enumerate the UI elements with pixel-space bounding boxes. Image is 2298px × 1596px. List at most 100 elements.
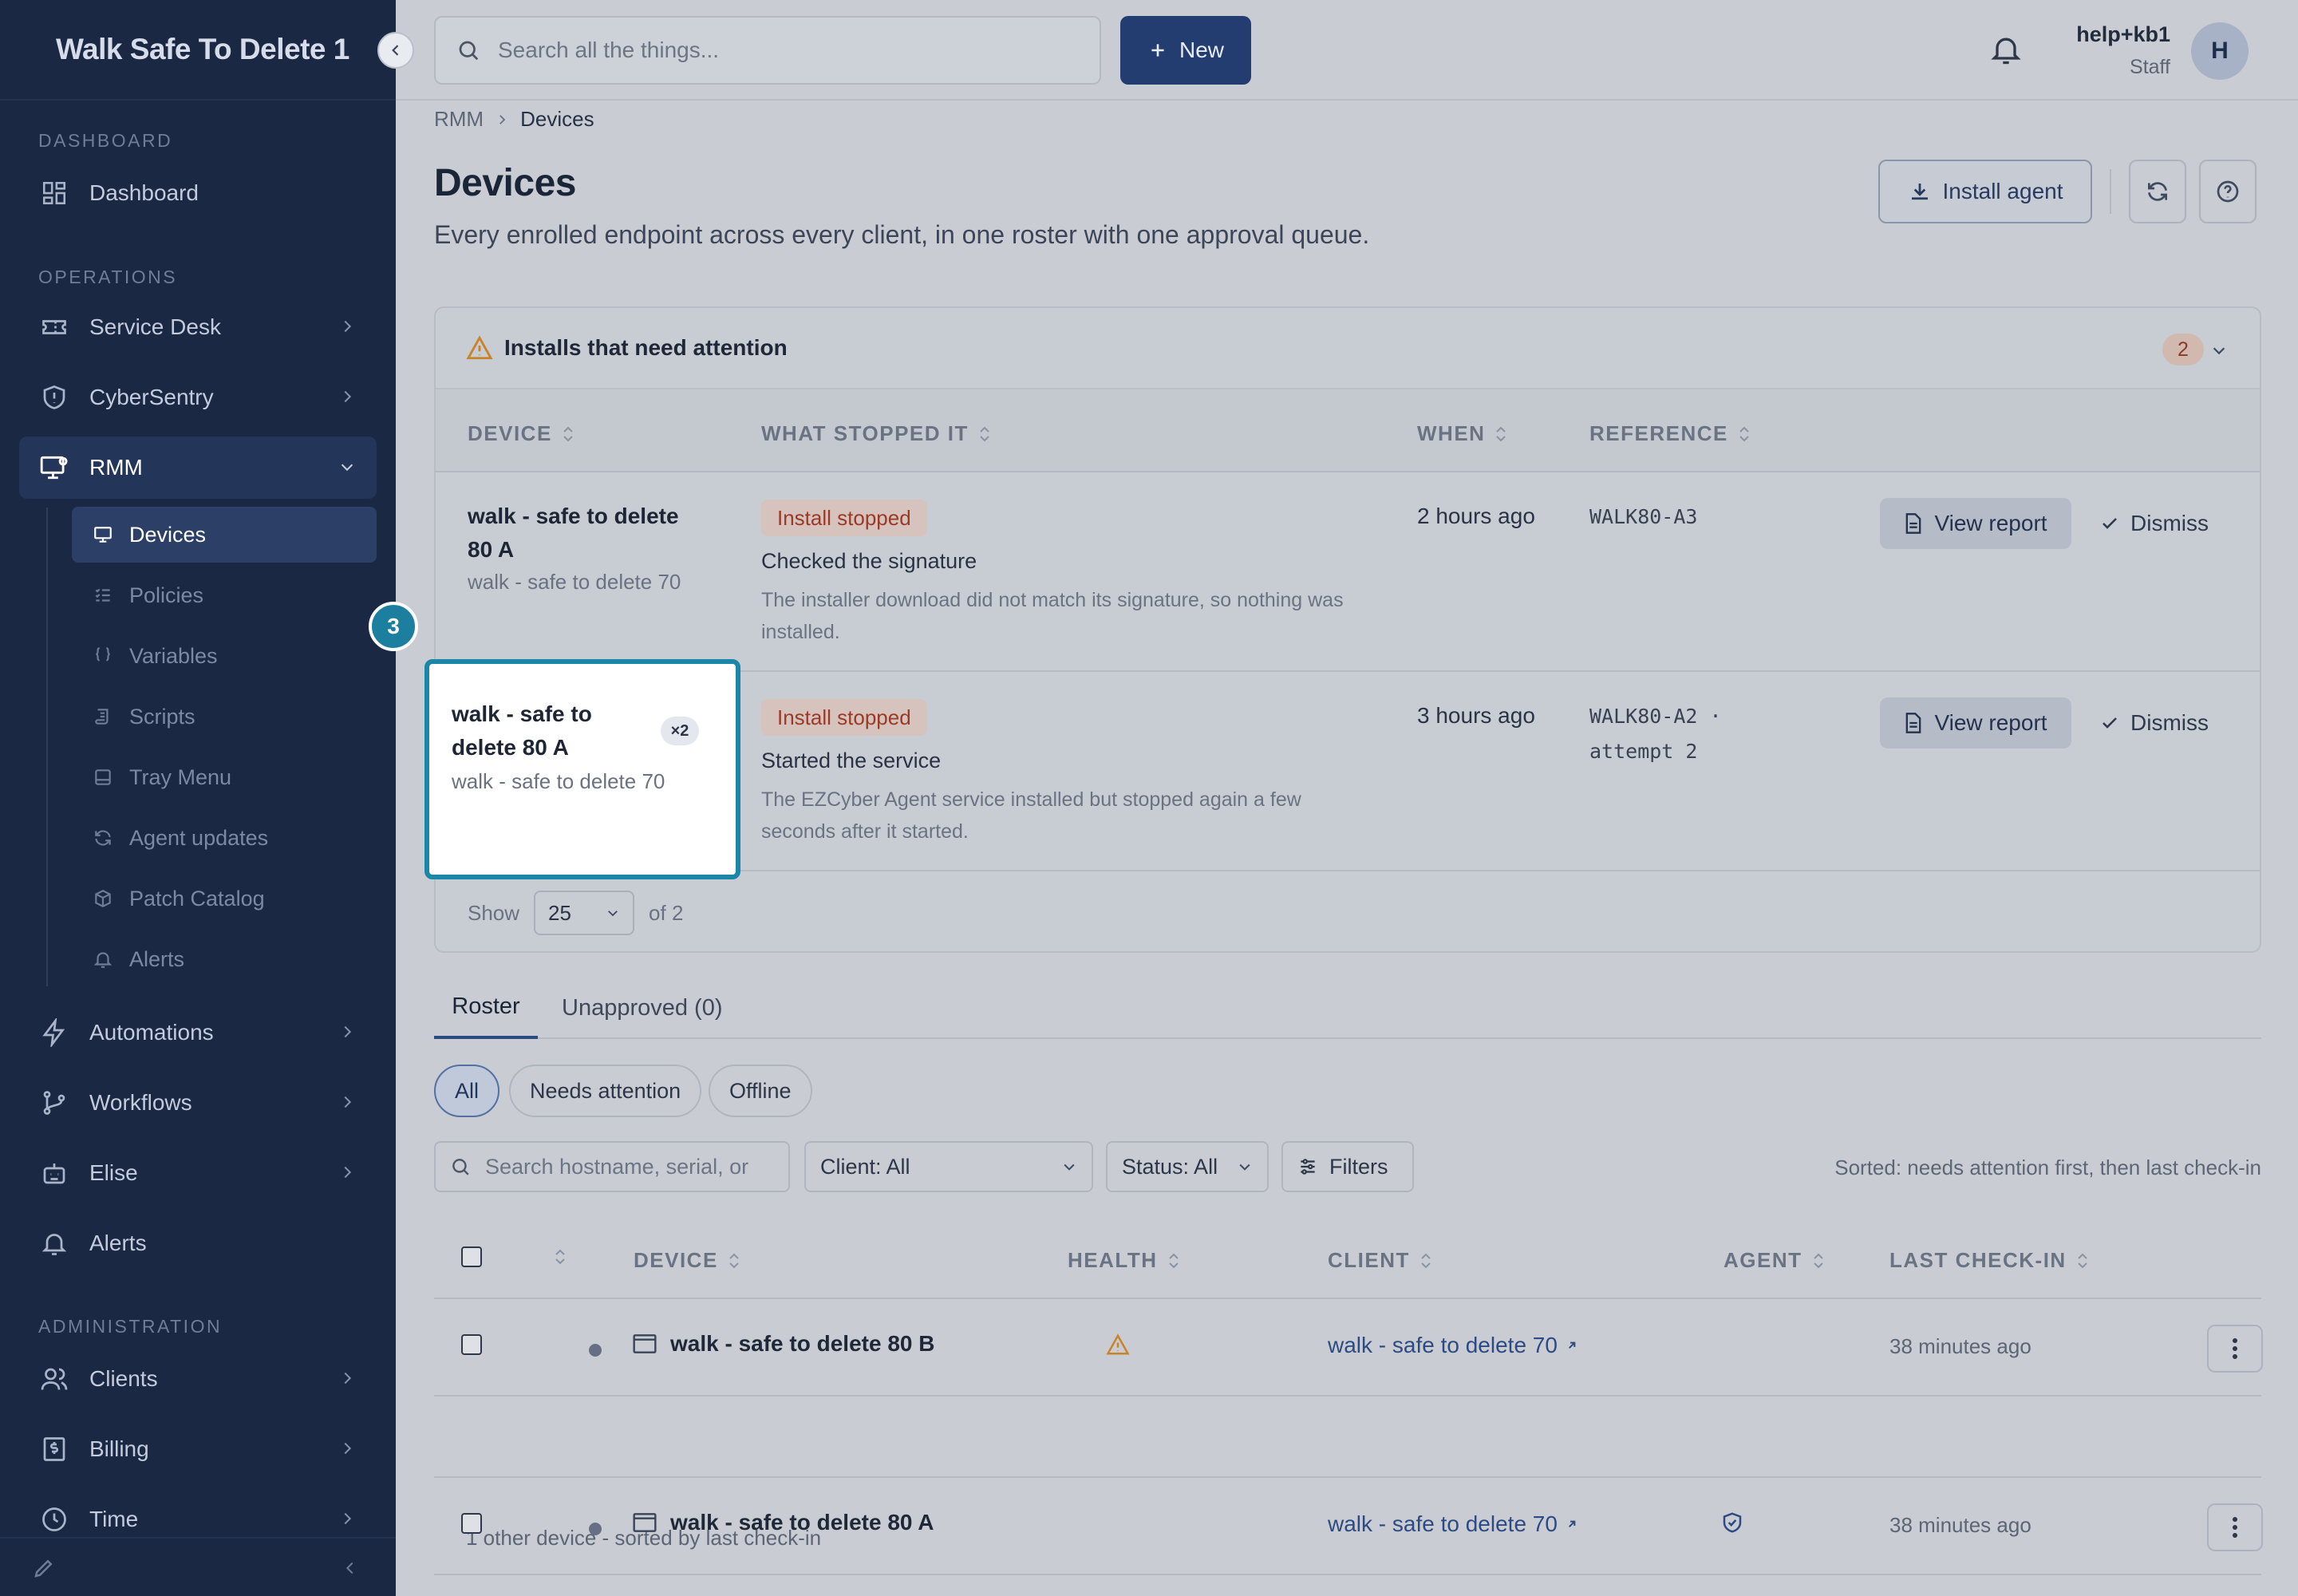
chevron-down-icon[interactable] <box>2210 342 2228 359</box>
filter-chip-offline[interactable]: Offline <box>709 1065 812 1117</box>
sidebar-item-label: Service Desk <box>89 314 221 339</box>
sidebar-subitem-alerts[interactable]: Alerts <box>72 931 377 987</box>
notifications-bell-icon[interactable] <box>1988 32 2024 67</box>
roster-tabs: Roster Unapproved (0) <box>434 977 2261 1039</box>
search-icon <box>456 38 480 62</box>
sidebar-subitem-label: Alerts <box>129 946 185 971</box>
table-row[interactable]: walk - safe to delete 80 B walk - safe t… <box>434 1299 2263 1396</box>
client-link[interactable]: walk - safe to delete 70 <box>1328 1333 1578 1358</box>
global-search-input[interactable]: Search all the things... <box>434 16 1101 85</box>
device-name[interactable]: walk - safe to delete 80 A <box>468 500 699 567</box>
column-header-client[interactable]: CLIENT <box>1328 1248 1432 1273</box>
user-name[interactable]: help+kb1 <box>2076 22 2170 47</box>
sliders-icon <box>1297 1156 1318 1177</box>
row-actions-button[interactable] <box>2207 1325 2263 1373</box>
device-cell[interactable]: walk - safe to delete 80 B <box>632 1331 934 1357</box>
sidebar-item-elise[interactable]: Elise <box>19 1142 377 1204</box>
monitor-icon <box>91 523 115 547</box>
roster-search-input[interactable]: Search hostname, serial, or <box>434 1141 790 1192</box>
chevron-right-icon <box>338 1163 356 1181</box>
sidebar-subitem-tray-menu[interactable]: Tray Menu <box>72 749 377 805</box>
column-label: AGENT <box>1724 1248 1802 1272</box>
column-header-reference[interactable]: REFERENCE <box>1589 421 1751 446</box>
column-header-health[interactable]: HEALTH <box>1068 1248 1180 1273</box>
sidebar-subitem-variables[interactable]: Variables <box>72 628 377 684</box>
external-link-icon <box>1566 1339 1578 1352</box>
row-checkbox[interactable] <box>461 1513 482 1534</box>
column-header-what-stopped-it[interactable]: WHAT STOPPED IT <box>761 421 991 446</box>
client-filter-value: Client: All <box>820 1154 910 1179</box>
sidebar-subitem-policies[interactable]: Policies <box>72 567 377 623</box>
sidebar-toggle-button[interactable] <box>377 32 414 69</box>
status-badge: Install stopped <box>761 699 927 736</box>
external-link-icon <box>1566 1518 1578 1531</box>
table-row[interactable]: walk - safe to delete 80 A walk - safe t… <box>434 1476 2263 1575</box>
filters-button[interactable]: Filters <box>1281 1141 1414 1192</box>
highlighted-device-card[interactable]: walk - safe to delete 80 A ×2 walk - saf… <box>424 659 740 879</box>
client-filter-select[interactable]: Client: All <box>804 1141 1093 1192</box>
dismiss-button[interactable]: Dismiss <box>2100 697 2209 749</box>
column-header-agent[interactable]: AGENT <box>1724 1248 1825 1273</box>
panel-header[interactable]: Installs that need attention <box>436 308 2260 388</box>
collapse-sidebar-icon[interactable] <box>342 1559 359 1577</box>
filter-chip-all[interactable]: All <box>434 1065 500 1117</box>
tab-roster[interactable]: Roster <box>434 977 538 1039</box>
sidebar-item-label: Alerts <box>89 1231 147 1255</box>
select-all-checkbox[interactable] <box>461 1246 482 1267</box>
chevron-right-icon <box>338 318 356 335</box>
stopped-detail: The installer download did not match its… <box>761 589 1344 643</box>
column-header-when[interactable]: WHEN <box>1417 421 1507 446</box>
sort-icon <box>2076 1252 2089 1270</box>
sidebar-item-dashboard[interactable]: Dashboard <box>19 162 377 224</box>
sidebar-item-automations[interactable]: Automations <box>19 1001 377 1064</box>
workspace-name[interactable]: Walk Safe To Delete 1 <box>0 0 396 101</box>
sidebar-subitem-patch-catalog[interactable]: Patch Catalog <box>72 871 377 926</box>
client-link[interactable]: walk - safe to delete 70 <box>1328 1511 1578 1537</box>
pencil-icon[interactable] <box>32 1556 56 1580</box>
row-checkbox[interactable] <box>461 1334 482 1355</box>
sort-icon[interactable] <box>554 1248 567 1266</box>
new-button[interactable]: New <box>1120 16 1251 85</box>
status-filter-select[interactable]: Status: All <box>1106 1141 1269 1192</box>
row-actions-button[interactable] <box>2207 1503 2263 1551</box>
column-header-device[interactable]: DEVICE <box>468 421 574 446</box>
sort-note: Sorted: needs attention first, then last… <box>1834 1156 2261 1179</box>
avatar[interactable]: H <box>2191 22 2249 80</box>
section-label-operations: OPERATIONS <box>38 267 178 287</box>
page-size-select[interactable]: 25 <box>534 891 635 935</box>
sidebar-item-alerts[interactable]: Alerts <box>19 1212 377 1274</box>
install-agent-button[interactable]: Install agent <box>1878 160 2092 223</box>
help-button[interactable] <box>2199 160 2257 223</box>
tab-unapproved[interactable]: Unapproved (0) <box>562 977 723 1039</box>
clock-icon <box>38 1503 70 1535</box>
sidebar-item-clients[interactable]: Clients <box>19 1348 377 1410</box>
sidebar-subitem-scripts[interactable]: Scripts <box>72 689 377 745</box>
status-dot <box>589 1344 602 1357</box>
chevron-down-icon <box>606 906 620 920</box>
column-header-last-checkin[interactable]: LAST CHECK-IN <box>1889 1248 2089 1273</box>
sidebar-subitem-devices[interactable]: Devices <box>72 507 377 563</box>
column-label: DEVICE <box>468 421 552 445</box>
refresh-button[interactable] <box>2129 160 2186 223</box>
sidebar-item-cybersentry[interactable]: CyberSentry <box>19 366 377 429</box>
bell-icon <box>38 1227 70 1259</box>
sidebar-item-rmm[interactable]: RMM <box>19 437 377 499</box>
ticket-icon <box>38 311 70 343</box>
column-header-device[interactable]: DEVICE <box>634 1248 740 1273</box>
breadcrumb-rmm[interactable]: RMM <box>434 107 484 132</box>
sidebar-subitem-agent-updates[interactable]: Agent updates <box>72 810 377 866</box>
sidebar: Walk Safe To Delete 1 DASHBOARD Dashboar… <box>0 0 396 1596</box>
device-cell[interactable]: walk - safe to delete 80 A <box>632 1510 934 1535</box>
robot-icon <box>38 1157 70 1189</box>
view-report-button[interactable]: View report <box>1880 498 2071 549</box>
sidebar-item-service-desk[interactable]: Service Desk <box>19 296 377 358</box>
new-label: New <box>1179 38 1224 62</box>
sidebar-item-workflows[interactable]: Workflows <box>19 1072 377 1134</box>
grid-icon <box>38 177 70 209</box>
sidebar-item-billing[interactable]: Billing <box>19 1418 377 1480</box>
filter-chip-needs-attention[interactable]: Needs attention <box>509 1065 702 1117</box>
view-report-button[interactable]: View report <box>1880 697 2071 749</box>
sort-icon <box>1419 1252 1432 1270</box>
device-name: walk - safe to delete 80 B <box>670 1331 935 1356</box>
dismiss-button[interactable]: Dismiss <box>2100 498 2209 549</box>
